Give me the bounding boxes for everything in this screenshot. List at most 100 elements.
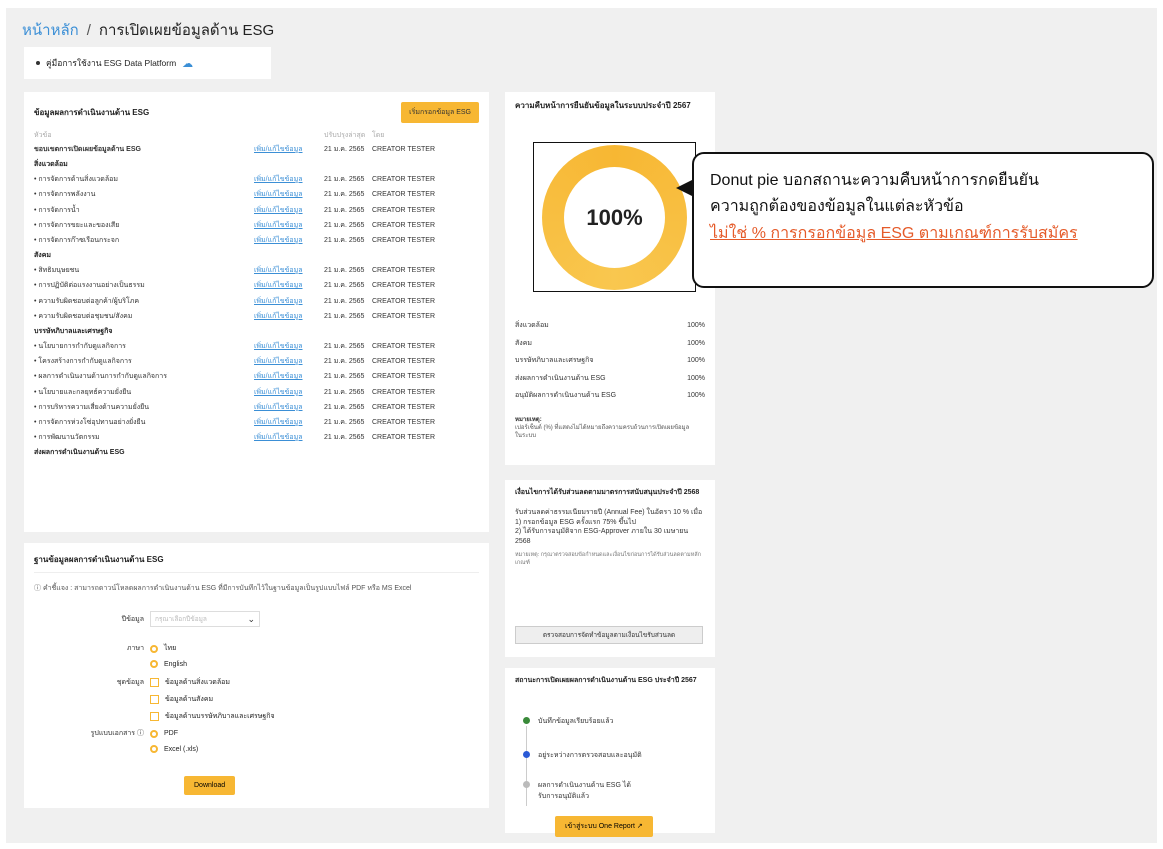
progress-title: ความคืบหน้าการยืนยันข้อมูลในระบบประจำปี … <box>515 101 691 110</box>
table-row: การจัดการน้ำเพิ่ม/แก้ไขข้อมูล21 ม.ค. 256… <box>34 203 479 218</box>
download-button[interactable]: Download <box>184 776 236 795</box>
radio-excel[interactable] <box>150 745 158 753</box>
cloud-upload-icon[interactable]: ☁ <box>182 57 193 70</box>
column-updated: ปรับปรุงล่าสุด <box>324 131 366 139</box>
edit-link[interactable]: เพิ่ม/แก้ไขข้อมูล <box>254 205 324 216</box>
start-esg-button[interactable]: เริ่มกรอกข้อมูล ESG <box>401 101 479 123</box>
one-report-button[interactable]: เข้าสู่ระบบ One Report ↗ <box>555 816 653 837</box>
year-select[interactable]: กรุณาเลือกปีข้อมูล ⌄ <box>150 611 260 627</box>
edit-link[interactable]: เพิ่ม/แก้ไขข้อมูล <box>254 371 324 382</box>
language-row-en: English <box>150 660 187 668</box>
fee-title: เงื่อนไขการได้รับส่วนลดตามมาตรการสนับสนุ… <box>515 489 700 496</box>
table-row: สิทธิมนุษยชนเพิ่ม/แก้ไขข้อมูล21 ม.ค. 256… <box>34 263 479 278</box>
edit-link[interactable]: เพิ่ม/แก้ไขข้อมูล <box>254 402 324 413</box>
list-item: บรรษัทภิบาลและเศรษฐกิจ 100% <box>515 352 705 370</box>
edit-link[interactable]: เพิ่ม/แก้ไขข้อมูล <box>254 356 324 367</box>
checkbox-social[interactable] <box>150 695 159 704</box>
row-label: การพัฒนานวัตกรรม <box>34 432 254 443</box>
language-label: ภาษา <box>126 645 144 652</box>
row-user: CREATOR TESTER <box>372 373 436 381</box>
row-label: ขอบเขตการเปิดเผยข้อมูลด้าน ESG <box>34 146 141 154</box>
category-value: 100% <box>687 357 705 365</box>
database-title: ฐานข้อมูลผลการดำเนินงานด้าน ESG <box>34 553 479 573</box>
dataset-row-governance: ข้อมูลด้านบรรษัทภิบาลและเศรษฐกิจ <box>150 711 275 722</box>
breadcrumb-current: การเปิดเผยข้อมูลด้าน ESG <box>98 22 275 39</box>
row-label: การจัดการด้านสิ่งแวดล้อม <box>34 174 254 185</box>
esg-results-card: ข้อมูลผลการดำเนินงานด้าน ESG เริ่มกรอกข้… <box>24 92 489 532</box>
dataset-row: ชุดข้อมูล ข้อมูลด้านสิ่งแวดล้อม <box>84 677 230 688</box>
checkbox-governance[interactable] <box>150 712 159 721</box>
category-name: ส่งผลการดำเนินงานด้าน ESG <box>515 374 606 382</box>
progress-note: หมายเหตุ: เปอร์เซ็นต์ (%) ที่แสดงไม่ได้ห… <box>515 417 695 440</box>
column-by: โดย <box>372 131 385 139</box>
row-date: 21 ม.ค. 2565 <box>324 388 365 396</box>
table-row: ความรับผิดชอบต่อลูกค้า/ผู้บริโภคเพิ่ม/แก… <box>34 294 479 309</box>
row-date: 21 ม.ค. 2565 <box>324 342 365 350</box>
annotation-callout: Donut pie บอกสถานะความคืบหน้าการกดยืนยัน… <box>692 152 1154 288</box>
category-name: สิ่งแวดล้อม <box>515 322 549 330</box>
row-date: 21 ม.ค. 2565 <box>324 297 365 305</box>
row-user: CREATOR TESTER <box>372 434 436 442</box>
results-header: ข้อมูลผลการดำเนินงานด้าน ESG เริ่มกรอกข้… <box>34 100 479 124</box>
year-label: ปีข้อมูล <box>121 615 144 623</box>
edit-link[interactable]: เพิ่ม/แก้ไขข้อมูล <box>254 144 324 155</box>
edit-link[interactable]: เพิ่ม/แก้ไขข้อมูล <box>254 220 324 231</box>
row-user: CREATOR TESTER <box>372 191 436 199</box>
edit-link[interactable]: เพิ่ม/แก้ไขข้อมูล <box>254 387 324 398</box>
check-discount-button[interactable]: ตรวจสอบการจัดทำข้อมูลตามเงื่อนไขรับส่วนล… <box>515 626 703 644</box>
format-row-excel: Excel (.xls) <box>150 745 198 753</box>
edit-link[interactable]: เพิ่ม/แก้ไขข้อมูล <box>254 341 324 352</box>
fee-text-1: รับส่วนลดค่าธรรมเนียมรายปี (Annual Fee) … <box>515 508 703 516</box>
row-date: 21 ม.ค. 2565 <box>324 221 365 229</box>
row-label: การปฏิบัติต่อแรงงานอย่างเป็นธรรม <box>34 280 254 291</box>
edit-link[interactable]: เพิ่ม/แก้ไขข้อมูล <box>254 265 324 276</box>
row-date: 21 ม.ค. 2565 <box>324 146 365 154</box>
manual-link[interactable]: คู่มือการใช้งาน ESG Data Platform <box>46 56 176 70</box>
row-label: การจัดการน้ำ <box>34 205 254 216</box>
donut-percent: 100% <box>564 167 665 268</box>
row-label: การจัดการขยะและของเสีย <box>34 220 254 231</box>
note-text: เปอร์เซ็นต์ (%) ที่แสดงไม่ได้หมายถึงความ… <box>515 424 690 439</box>
fee-text: รับส่วนลดค่าธรรมเนียมรายปี (Annual Fee) … <box>515 508 705 547</box>
category-value: 100% <box>687 374 705 382</box>
note-title: หมายเหตุ: <box>515 417 542 423</box>
row-date: 21 ม.ค. 2565 <box>324 418 365 426</box>
radio-pdf[interactable] <box>150 729 158 738</box>
breadcrumb-home-link[interactable]: หน้าหลัก <box>22 18 79 42</box>
row-user: CREATOR TESTER <box>372 221 436 229</box>
table-row: โครงสร้างการกำกับดูแลกิจการเพิ่ม/แก้ไขข้… <box>34 354 479 369</box>
row-user: CREATOR TESTER <box>372 237 436 245</box>
edit-link[interactable]: เพิ่ม/แก้ไขข้อมูล <box>254 189 324 200</box>
database-note: ⓘ คำชี้แจง : สามารถดาวน์โหลดผลการดำเนินง… <box>34 585 412 592</box>
list-item: สังคม 100% <box>515 335 705 353</box>
esg-database-card: ฐานข้อมูลผลการดำเนินงานด้าน ESG ⓘ คำชี้แ… <box>24 543 489 808</box>
list-item: สิ่งแวดล้อม 100% <box>515 317 705 335</box>
row-date: 21 ม.ค. 2565 <box>324 176 365 184</box>
donut-frame: 100% <box>533 142 696 292</box>
row-label: สิทธิมนุษยชน <box>34 265 254 276</box>
status-title: สถานะการเปิดเผยผลการดำเนินงานด้าน ESG ปร… <box>515 677 697 684</box>
row-user: CREATOR TESTER <box>372 297 436 305</box>
column-topic: หัวข้อ <box>34 131 52 139</box>
row-user: CREATOR TESTER <box>372 388 436 396</box>
lang-option-english: English <box>164 660 187 668</box>
timeline-step-current: อยู่ระหว่างการตรวจสอบและอนุมัติ <box>523 750 693 761</box>
edit-link[interactable]: เพิ่ม/แก้ไขข้อมูล <box>254 174 324 185</box>
edit-link[interactable]: เพิ่ม/แก้ไขข้อมูล <box>254 280 324 291</box>
edit-link[interactable]: เพิ่ม/แก้ไขข้อมูล <box>254 417 324 428</box>
row-label: การจัดการก๊าซเรือนกระจก <box>34 235 254 246</box>
radio-thai[interactable] <box>150 644 158 653</box>
dataset-option-social: ข้อมูลด้านสังคม <box>165 696 214 703</box>
row-user: CREATOR TESTER <box>372 176 436 184</box>
row-user: CREATOR TESTER <box>372 403 436 411</box>
checkbox-environment[interactable] <box>150 678 159 687</box>
radio-english[interactable] <box>150 660 158 668</box>
edit-link[interactable]: เพิ่ม/แก้ไขข้อมูล <box>254 311 324 322</box>
edit-link[interactable]: เพิ่ม/แก้ไขข้อมูล <box>254 235 324 246</box>
edit-link[interactable]: เพิ่ม/แก้ไขข้อมูล <box>254 432 324 443</box>
annotation-line-3: ไม่ใช่ % การกรอกข้อมูล ESG ตามเกณฑ์การรั… <box>710 224 1078 242</box>
step-label: อยู่ระหว่างการตรวจสอบและอนุมัติ <box>538 752 642 759</box>
row-user: CREATOR TESTER <box>372 342 436 350</box>
step-label: ผลการดำเนินงานด้าน ESG ได้รับการอนุมัติแ… <box>538 782 631 800</box>
edit-link[interactable]: เพิ่ม/แก้ไขข้อมูล <box>254 296 324 307</box>
